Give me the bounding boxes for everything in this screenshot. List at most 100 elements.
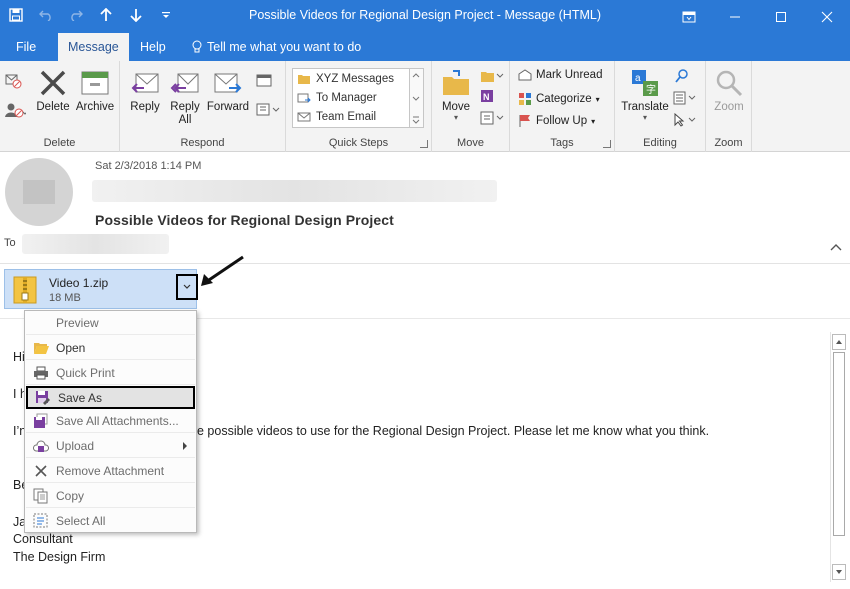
junk-icon[interactable] bbox=[4, 101, 28, 122]
attachment-context-menu: Preview Open Quick Print Save As Save Al… bbox=[24, 310, 197, 533]
quick-step-to-manager[interactable]: To Manager bbox=[293, 88, 409, 107]
mark-unread-icon bbox=[518, 69, 532, 81]
quick-step-xyz-messages[interactable]: XYZ Messages bbox=[293, 69, 409, 88]
meeting-icon[interactable] bbox=[256, 73, 272, 90]
folder-move-icon bbox=[298, 74, 310, 84]
quick-step-team-email[interactable]: Team Email bbox=[293, 107, 409, 126]
categorize-label: Categorize bbox=[536, 93, 592, 105]
menu-item-open[interactable]: Open bbox=[26, 337, 195, 360]
title-bar: Possible Videos for Regional Design Proj… bbox=[0, 0, 850, 33]
magnifier-icon bbox=[713, 67, 745, 99]
editing-group-label: Editing bbox=[643, 137, 677, 149]
save-all-icon bbox=[26, 410, 56, 433]
maximize-icon[interactable] bbox=[758, 0, 804, 33]
message-scrollbar[interactable] bbox=[830, 332, 846, 582]
attachment-item[interactable]: Video 1.zip 18 MB bbox=[4, 269, 198, 309]
tell-me-box[interactable]: Tell me what you want to do bbox=[192, 33, 361, 61]
quick-step-label: XYZ Messages bbox=[316, 72, 394, 85]
related-icon[interactable] bbox=[673, 91, 697, 108]
printer-icon bbox=[26, 362, 56, 385]
menu-item-label: Upload bbox=[56, 439, 95, 453]
forward-button[interactable]: Forward bbox=[206, 67, 250, 113]
body-line-company: The Design Firm bbox=[13, 550, 106, 564]
menu-item-label: Save All Attachments... bbox=[56, 414, 179, 428]
reply-all-button[interactable]: Reply All bbox=[166, 67, 204, 127]
quick-steps-gallery: XYZ Messages To Manager Team Email bbox=[292, 68, 410, 128]
menu-item-select-all[interactable]: Select All bbox=[26, 509, 195, 532]
menu-item-preview[interactable]: Preview bbox=[26, 312, 195, 335]
quick-steps-scroll[interactable] bbox=[410, 68, 424, 128]
move-label: Move bbox=[441, 101, 471, 113]
reply-icon bbox=[129, 67, 161, 99]
close-icon[interactable] bbox=[804, 0, 850, 33]
flag-icon bbox=[519, 115, 530, 127]
svg-text:字: 字 bbox=[646, 83, 656, 96]
tab-help[interactable]: Help bbox=[130, 33, 176, 61]
tab-message[interactable]: Message bbox=[58, 33, 129, 61]
collapse-header-icon[interactable] bbox=[830, 241, 842, 251]
menu-item-quick-print[interactable]: Quick Print bbox=[26, 362, 195, 385]
menu-item-label: Preview bbox=[56, 316, 99, 330]
more-respond-icon[interactable] bbox=[256, 103, 280, 120]
recipient-redacted bbox=[22, 234, 169, 254]
reply-all-label-2: All bbox=[178, 114, 192, 126]
header-divider bbox=[0, 263, 850, 264]
attachment-dropdown-button[interactable] bbox=[176, 274, 198, 300]
rules-icon[interactable] bbox=[480, 69, 504, 86]
tags-group: Mark Unread Categorize ▾ Follow Up ▾ Tag… bbox=[510, 61, 615, 152]
select-all-icon bbox=[26, 509, 56, 532]
attachment-name: Video 1.zip bbox=[49, 276, 109, 290]
menu-bar: File Message Help Tell me what you want … bbox=[0, 33, 850, 61]
folder-open-icon bbox=[26, 337, 56, 360]
quick-step-label: Team Email bbox=[316, 110, 377, 123]
attachment-size: 18 MB bbox=[49, 292, 81, 304]
tab-file[interactable]: File bbox=[6, 33, 46, 61]
zoom-button[interactable]: Zoom bbox=[710, 67, 748, 113]
archive-label: Archive bbox=[75, 101, 115, 113]
callout-arrow-icon bbox=[198, 255, 246, 289]
archive-button[interactable]: Archive bbox=[74, 67, 116, 113]
zip-file-icon bbox=[13, 276, 37, 304]
move-group: Move ▾ N Move bbox=[432, 61, 510, 152]
avatar-redaction bbox=[23, 180, 55, 204]
menu-item-remove-attachment[interactable]: Remove Attachment bbox=[26, 460, 195, 483]
minimize-icon[interactable] bbox=[712, 0, 758, 33]
mark-unread-label: Mark Unread bbox=[536, 69, 603, 81]
find-icon[interactable] bbox=[675, 69, 689, 86]
follow-up-label: Follow Up bbox=[536, 115, 588, 127]
scroll-up-icon[interactable] bbox=[832, 334, 846, 350]
mark-unread-button[interactable]: Mark Unread bbox=[518, 69, 602, 81]
respond-group-label: Respond bbox=[180, 137, 225, 149]
select-cursor-icon[interactable] bbox=[673, 112, 697, 130]
reply-button[interactable]: Reply bbox=[126, 67, 164, 113]
editing-group: a字 Translate ▾ Editing bbox=[615, 61, 706, 152]
scroll-down-icon[interactable] bbox=[832, 564, 846, 580]
zoom-label: Zoom bbox=[714, 101, 744, 113]
quick-steps-group-label: Quick Steps bbox=[328, 137, 389, 149]
menu-item-label: Save As bbox=[58, 390, 103, 405]
ribbon-display-options-icon[interactable] bbox=[666, 0, 712, 33]
delete-button[interactable]: Delete bbox=[34, 67, 72, 113]
categorize-button[interactable]: Categorize ▾ bbox=[518, 92, 600, 106]
forward-label: Forward bbox=[206, 101, 250, 113]
sender-avatar bbox=[5, 158, 73, 226]
menu-item-upload[interactable]: Upload bbox=[26, 435, 195, 458]
categorize-icon bbox=[519, 93, 531, 105]
menu-item-save-all-attachments[interactable]: Save All Attachments... bbox=[26, 410, 195, 433]
translate-label: Translate bbox=[621, 101, 669, 113]
menu-item-label: Open bbox=[56, 341, 86, 355]
sent-date: Sat 2/3/2018 1:14 PM bbox=[95, 160, 202, 172]
menu-item-save-as[interactable]: Save As bbox=[26, 386, 195, 409]
translate-button[interactable]: a字 Translate ▾ bbox=[619, 67, 671, 122]
actions-icon[interactable] bbox=[480, 111, 504, 128]
sender-redacted bbox=[92, 180, 497, 202]
ignore-icon[interactable] bbox=[4, 71, 22, 92]
move-button[interactable]: Move ▾ bbox=[436, 67, 476, 122]
move-group-label: Move bbox=[457, 137, 484, 149]
menu-item-label: Copy bbox=[56, 489, 85, 503]
onenote-icon[interactable]: N bbox=[480, 89, 494, 106]
reply-label: Reply bbox=[130, 101, 160, 113]
menu-item-copy[interactable]: Copy bbox=[26, 485, 195, 508]
follow-up-button[interactable]: Follow Up ▾ bbox=[518, 114, 595, 128]
scroll-thumb[interactable] bbox=[833, 352, 845, 536]
